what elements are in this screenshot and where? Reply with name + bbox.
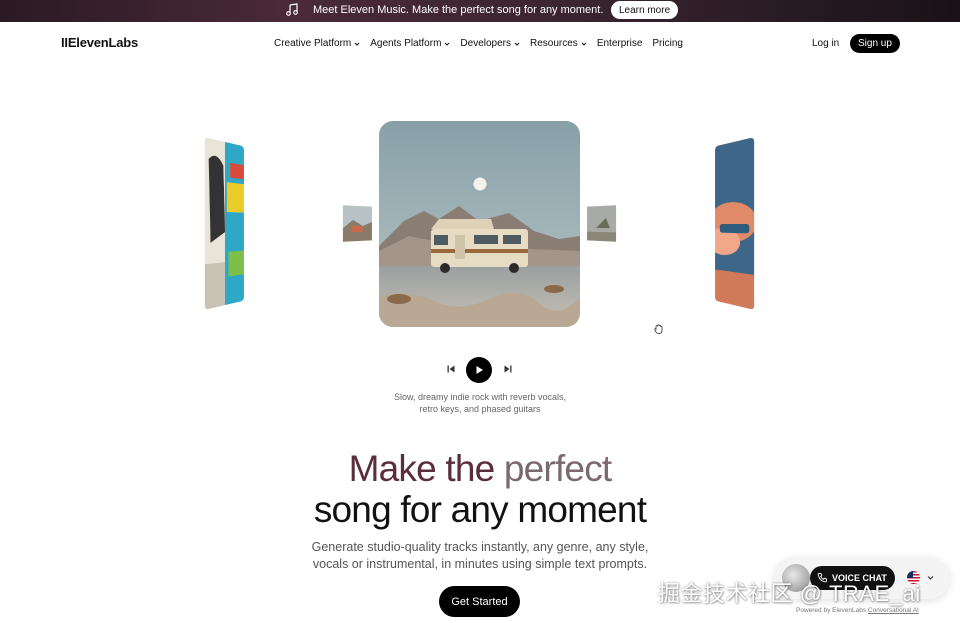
get-started-button[interactable]: Get Started (439, 586, 520, 617)
play-icon (476, 366, 483, 374)
sky-car-artwork (715, 137, 755, 310)
announcement-banner: Meet Eleven Music. Make the perfect song… (0, 0, 960, 22)
nav-item-label: Agents Platform (370, 38, 442, 49)
hero-subtitle-line: vocals or instrumental, in minutes using… (312, 557, 648, 571)
elevenlabs-logo[interactable]: IIElevenLabs (61, 35, 138, 50)
powered-by-text: Powered by ElevenLabs Conversational AI (796, 607, 919, 614)
nav-item-label: Developers (460, 38, 511, 49)
album-art-card-main[interactable] (379, 121, 580, 327)
hero-subtitle-line: Generate studio-quality tracks instantly… (311, 540, 649, 554)
nav-item-label: Enterprise (596, 38, 643, 49)
nav-menu: Creative Platform Agents Platform Develo… (274, 38, 693, 49)
album-art-card-left[interactable] (342, 205, 372, 242)
hero-title-line2: song for any moment (313, 489, 647, 530)
chevron-down-icon[interactable] (927, 574, 934, 581)
hero-title-line1: Make the perfect (0, 448, 960, 490)
banner-text: Meet Eleven Music. Make the perfect song… (313, 4, 604, 16)
skip-previous-icon[interactable] (446, 364, 456, 374)
signup-button[interactable]: Sign up (850, 34, 900, 53)
track-prompt: Slow, dreamy indie rock with reverb voca… (340, 391, 620, 415)
powered-prefix: Powered by ElevenLabs (796, 607, 867, 614)
nav-item-label: Resources (530, 38, 578, 49)
music-note-icon (286, 3, 298, 16)
track-prompt-line: retro keys, and phased guitars (419, 404, 541, 414)
album-art-card-far-right[interactable] (715, 137, 755, 310)
top-navigation: IIElevenLabs Creative Platform Agents Pl… (0, 22, 960, 66)
login-link[interactable]: Log in (812, 38, 839, 49)
track-prompt-line: Slow, dreamy indie rock with reverb voca… (393, 392, 567, 402)
play-button[interactable] (466, 357, 492, 383)
album-art-card-far-left[interactable] (204, 137, 244, 310)
watermark: 掘金技术社区 @ TRAE_ai (658, 581, 921, 606)
chevron-down-icon (354, 42, 360, 46)
hero-subtitle: Generate studio-quality tracks instantly… (300, 539, 660, 573)
skip-next-icon[interactable] (503, 364, 513, 374)
nav-item-pricing[interactable]: Pricing (652, 38, 683, 49)
desert-rv-artwork (379, 121, 580, 327)
conversational-ai-link[interactable]: Conversational AI (868, 607, 919, 614)
album-art-card-right[interactable] (587, 205, 617, 242)
collage-artwork (204, 137, 244, 310)
nav-item-agents-platform[interactable]: Agents Platform (370, 38, 450, 49)
nav-item-enterprise[interactable]: Enterprise (597, 38, 643, 49)
chevron-down-icon (445, 42, 450, 46)
nav-item-developers[interactable]: Developers (460, 38, 520, 49)
chevron-down-icon (514, 42, 520, 46)
grab-cursor-icon (654, 324, 663, 334)
learn-more-button[interactable]: Learn more (611, 1, 679, 19)
hero-title-part: Make the (348, 448, 496, 489)
nav-item-resources[interactable]: Resources (530, 38, 587, 49)
chevron-down-icon (581, 42, 587, 46)
nav-item-creative-platform[interactable]: Creative Platform (274, 38, 360, 49)
nav-item-label: Creative Platform (274, 38, 352, 49)
figure-artwork (587, 205, 617, 242)
hero-title-part: perfect (503, 448, 612, 489)
nav-item-label: Pricing (652, 38, 683, 49)
landscape-artwork (342, 205, 372, 242)
